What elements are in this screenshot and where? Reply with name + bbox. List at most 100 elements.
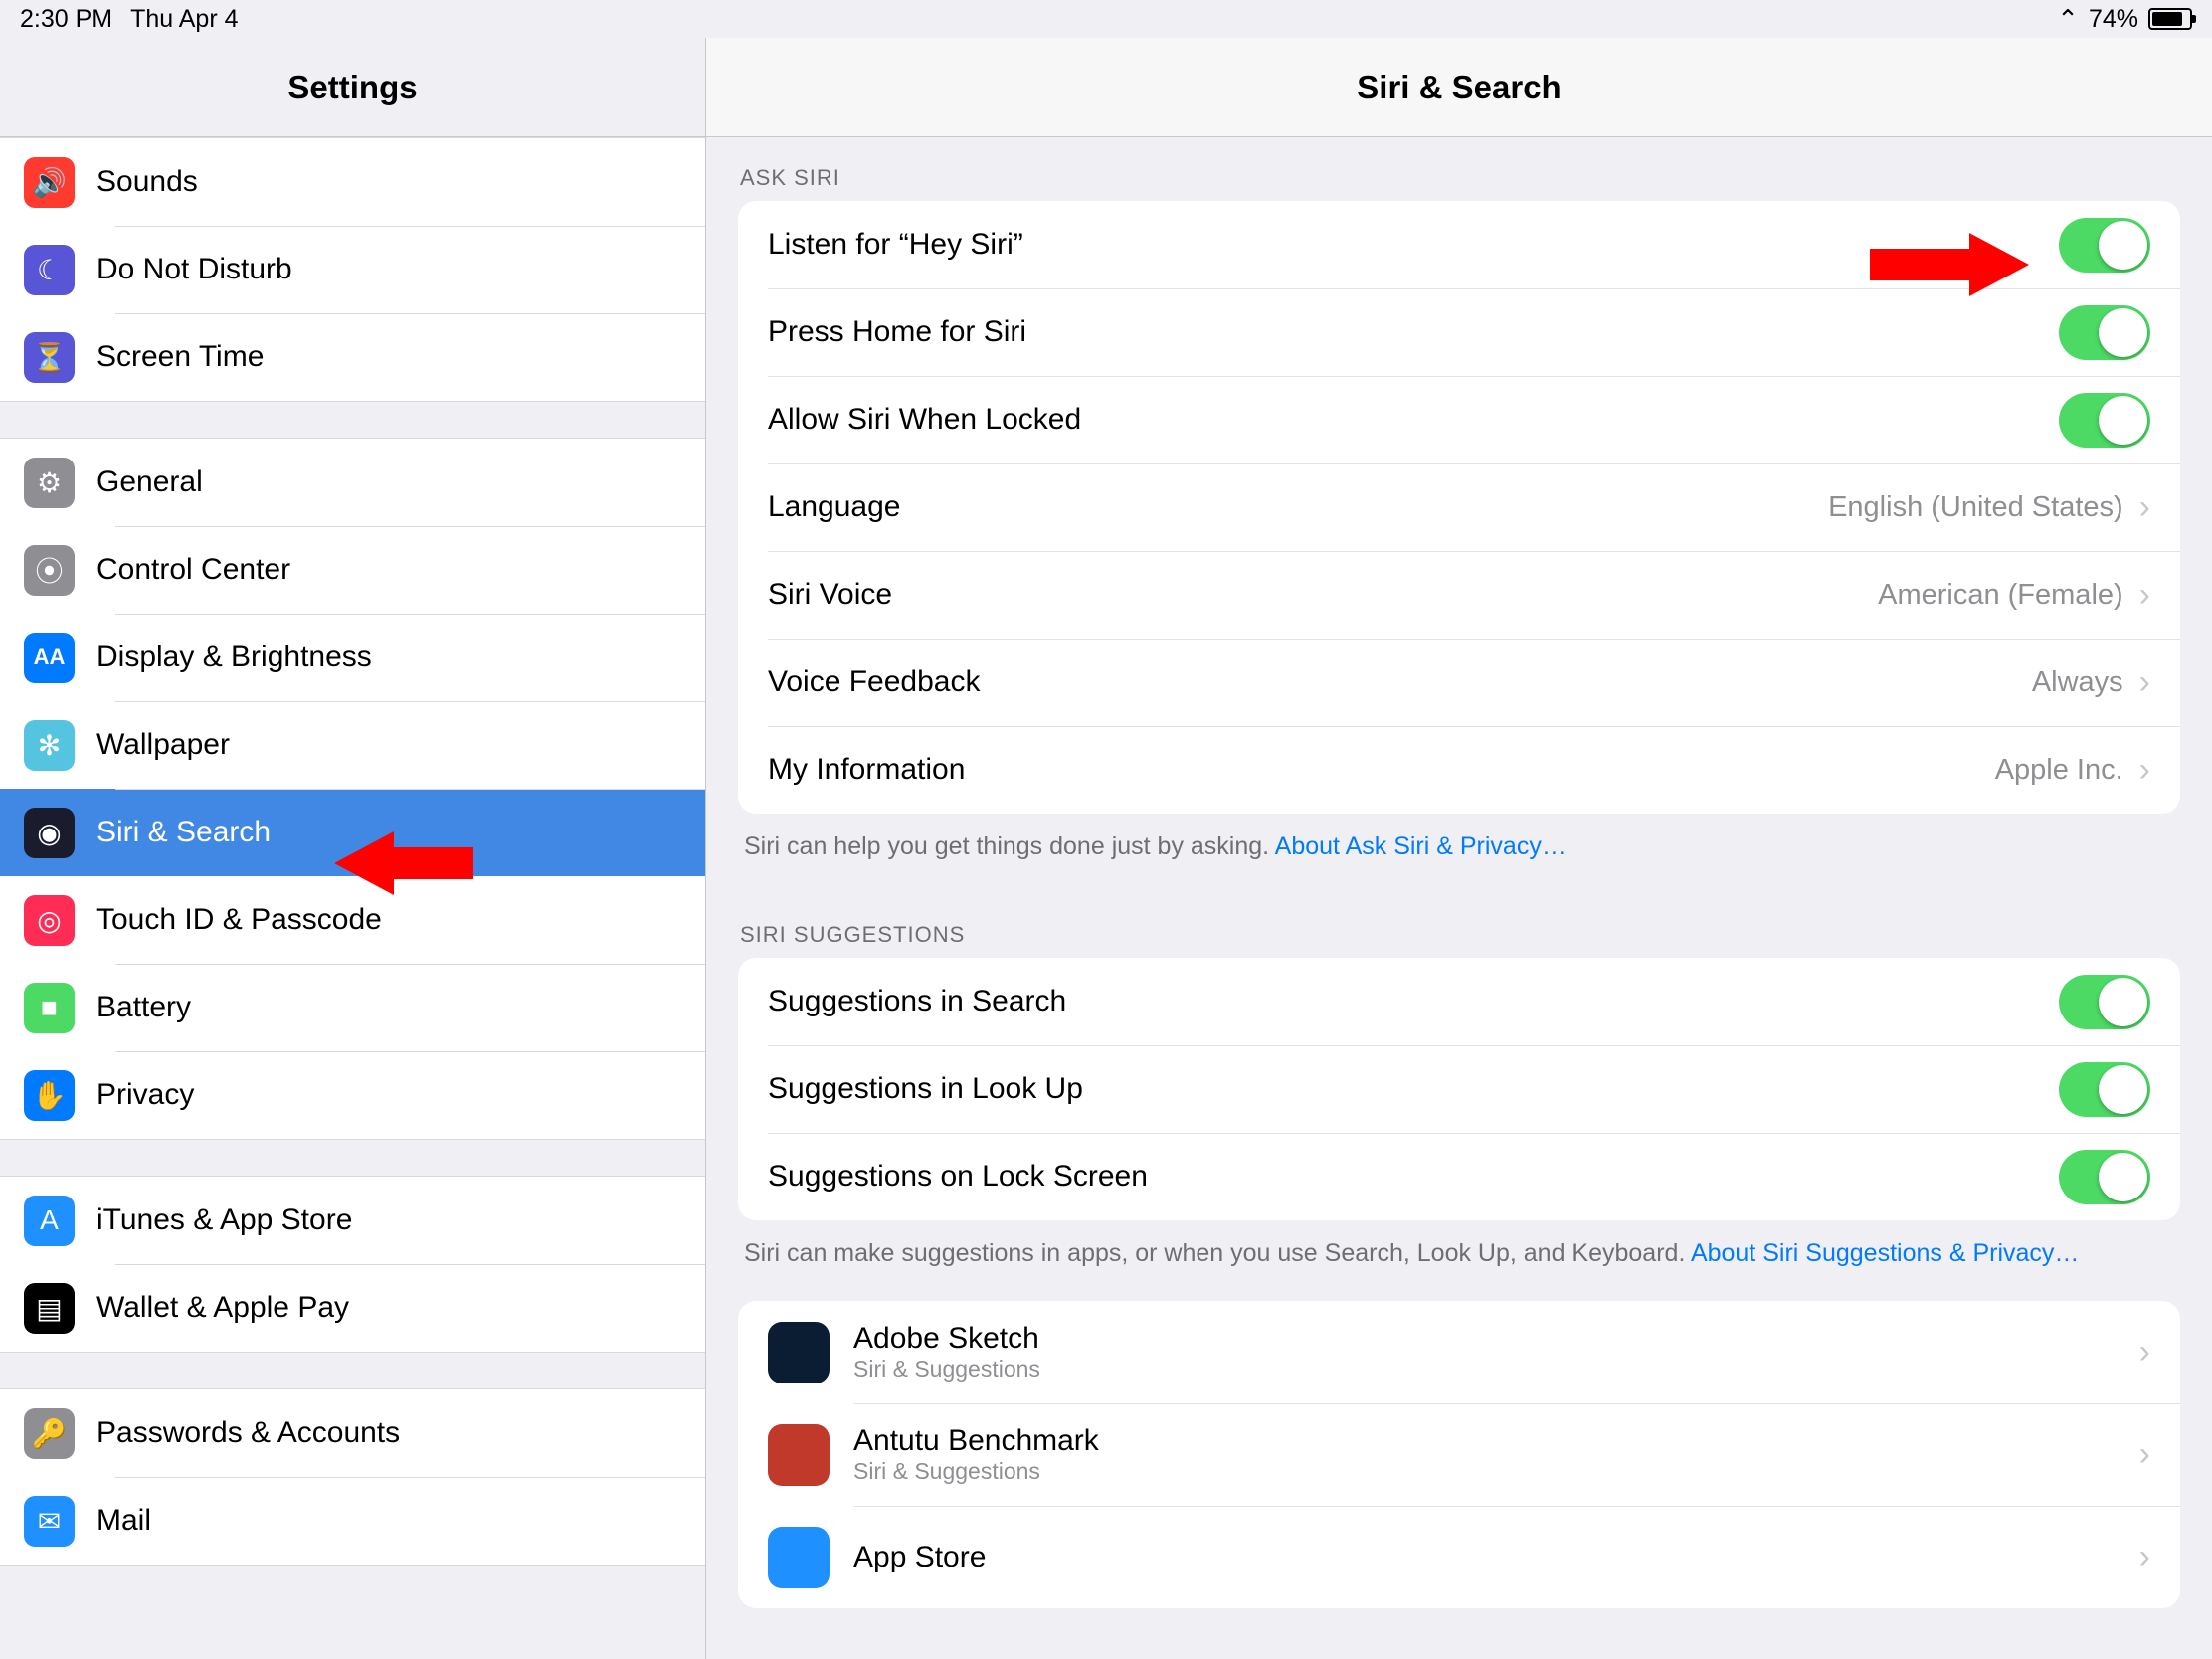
- sidebar-item-wallet-apple-pay[interactable]: ▤Wallet & Apple Pay: [0, 1264, 705, 1352]
- appstore-icon: A: [24, 1196, 75, 1246]
- detail-title: Siri & Search: [706, 38, 2212, 137]
- row-value: Apple Inc.: [1995, 754, 2123, 787]
- row-label: Allow Siri When Locked: [768, 403, 1081, 437]
- sidebar-item-battery[interactable]: ■ Battery: [0, 964, 705, 1051]
- key-icon: 🔑: [24, 1408, 75, 1459]
- status-bar: 2:30 PM Thu Apr 4 ⌃︎ 74%: [0, 0, 2212, 38]
- toggle-switch[interactable]: [2059, 1150, 2150, 1204]
- sidebar-item-label: Mail: [96, 1504, 151, 1538]
- sidebar-item-control-center[interactable]: ⦿ Control Center: [0, 526, 705, 614]
- wallpaper-icon: ✻: [24, 720, 75, 771]
- row-label: Suggestions in Search: [768, 985, 1066, 1018]
- ask-siri-footer: Siri can help you get things done just b…: [706, 814, 2212, 894]
- sidebar-item-label: Sounds: [96, 165, 198, 199]
- sidebar-item-sounds[interactable]: 🔊Sounds: [0, 138, 705, 226]
- row-label: Suggestions on Lock Screen: [768, 1160, 1148, 1194]
- ask-siri-row-press-home-for-siri[interactable]: Press Home for Siri: [738, 288, 2180, 376]
- ask-siri-row-siri-voice[interactable]: Siri Voice American (Female) ›: [738, 551, 2180, 639]
- chevron-right-icon: ›: [2139, 1333, 2150, 1372]
- sidebar-item-label: Display & Brightness: [96, 641, 372, 674]
- app-row-antutu-benchmark[interactable]: Antutu BenchmarkSiri & Suggestions ›: [738, 1403, 2180, 1506]
- row-label: Siri Voice: [768, 578, 892, 612]
- app-icon: [768, 1527, 830, 1588]
- toggle-switch[interactable]: [2059, 1062, 2150, 1117]
- sidebar-item-general[interactable]: ⚙ General: [0, 439, 705, 526]
- sidebar-item-label: Siri & Search: [96, 816, 271, 849]
- chevron-right-icon: ›: [2139, 576, 2150, 615]
- ask-siri-row-language[interactable]: Language English (United States) ›: [738, 463, 2180, 551]
- sidebar-item-touch-id-passcode[interactable]: ◎Touch ID & Passcode: [0, 876, 705, 964]
- sidebar-item-label: Wallet & Apple Pay: [96, 1291, 349, 1325]
- app-title: Antutu Benchmark: [853, 1424, 2116, 1458]
- ask-siri-row-allow-siri-when-locked[interactable]: Allow Siri When Locked: [738, 376, 2180, 463]
- screen-icon: ⏳: [24, 332, 75, 383]
- sidebar-item-itunes-app-store[interactable]: AiTunes & App Store: [0, 1177, 705, 1264]
- siri-suggestions-footer: Siri can make suggestions in apps, or wh…: [706, 1220, 2212, 1301]
- sidebar-item-label: Privacy: [96, 1078, 194, 1112]
- sidebar-item-label: Screen Time: [96, 340, 264, 374]
- siri-suggestions-footer-link[interactable]: About Siri Suggestions & Privacy…: [1691, 1239, 2079, 1267]
- chevron-right-icon: ›: [2139, 663, 2150, 702]
- sidebar-item-wallpaper[interactable]: ✻ Wallpaper: [0, 701, 705, 789]
- status-date: Thu Apr 4: [130, 5, 238, 34]
- chevron-right-icon: ›: [2139, 1435, 2150, 1474]
- siri-suggestions-header: SIRI SUGGESTIONS: [706, 894, 2212, 958]
- status-time: 2:30 PM: [20, 5, 112, 34]
- gear-icon: ⚙: [24, 458, 75, 508]
- app-title: Adobe Sketch: [853, 1322, 2116, 1356]
- siri-suggestions-row-suggestions-in-search[interactable]: Suggestions in Search: [738, 958, 2180, 1045]
- status-battery: 74%: [2089, 5, 2138, 34]
- app-row-adobe-sketch[interactable]: Adobe SketchSiri & Suggestions ›: [738, 1301, 2180, 1403]
- display-icon: AA: [24, 633, 75, 683]
- row-label: Press Home for Siri: [768, 315, 1026, 349]
- ask-siri-row-my-information[interactable]: My Information Apple Inc. ›: [738, 726, 2180, 814]
- mail-icon: ✉: [24, 1496, 75, 1547]
- row-value: American (Female): [1878, 579, 2123, 612]
- sidebar-item-label: iTunes & App Store: [96, 1203, 352, 1237]
- sidebar-item-label: Battery: [96, 991, 191, 1024]
- app-row-app-store[interactable]: App Store ›: [738, 1506, 2180, 1608]
- chevron-right-icon: ›: [2139, 1538, 2150, 1576]
- row-label: Listen for “Hey Siri”: [768, 228, 1023, 262]
- row-label: Suggestions in Look Up: [768, 1072, 1083, 1106]
- ask-siri-footer-link[interactable]: About Ask Siri & Privacy…: [1275, 832, 1567, 860]
- ask-siri-row-voice-feedback[interactable]: Voice FeedbackAlways›: [738, 639, 2180, 726]
- sidebar-item-label: Wallpaper: [96, 728, 230, 762]
- ask-siri-row-listen-for-hey-siri-[interactable]: Listen for “Hey Siri”: [738, 201, 2180, 288]
- sidebar-item-label: Control Center: [96, 553, 290, 587]
- wifi-icon: ⌃︎: [2057, 4, 2079, 35]
- sidebar-item-siri-search[interactable]: ◉ Siri & Search: [0, 789, 705, 876]
- sidebar-item-do-not-disturb[interactable]: ☾ Do Not Disturb: [0, 226, 705, 313]
- app-icon: [768, 1424, 830, 1486]
- app-subtitle: Siri & Suggestions: [853, 1458, 2116, 1485]
- ask-siri-header: ASK SIRI: [706, 137, 2212, 201]
- toggle-switch[interactable]: [2059, 393, 2150, 448]
- touch-icon: ◎: [24, 895, 75, 946]
- toggle-switch[interactable]: [2059, 975, 2150, 1029]
- sidebar-item-screen-time[interactable]: ⏳ Screen Time: [0, 313, 705, 401]
- sidebar-item-label: Do Not Disturb: [96, 253, 292, 286]
- row-label: My Information: [768, 753, 965, 787]
- app-subtitle: Siri & Suggestions: [853, 1356, 2116, 1382]
- sidebar-item-privacy[interactable]: ✋ Privacy: [0, 1051, 705, 1139]
- siri-icon: ◉: [24, 808, 75, 858]
- app-title: App Store: [853, 1541, 2116, 1574]
- control-icon: ⦿: [24, 545, 75, 596]
- sidebar-item-label: Passwords & Accounts: [96, 1416, 400, 1450]
- toggle-switch[interactable]: [2059, 218, 2150, 273]
- sidebar-item-passwords-accounts[interactable]: 🔑 Passwords & Accounts: [0, 1389, 705, 1477]
- dnd-icon: ☾: [24, 245, 75, 295]
- row-value: English (United States): [1828, 491, 2123, 524]
- privacy-icon: ✋: [24, 1070, 75, 1121]
- sidebar-item-mail[interactable]: ✉ Mail: [0, 1477, 705, 1565]
- row-label: Language: [768, 490, 900, 524]
- chevron-right-icon: ›: [2139, 751, 2150, 790]
- batt-icon: ■: [24, 983, 75, 1033]
- sidebar-item-display-brightness[interactable]: AA Display & Brightness: [0, 614, 705, 701]
- siri-suggestions-row-suggestions-in-look-up[interactable]: Suggestions in Look Up: [738, 1045, 2180, 1133]
- toggle-switch[interactable]: [2059, 305, 2150, 360]
- sidebar-item-label: General: [96, 465, 203, 499]
- siri-suggestions-row-suggestions-on-lock-screen[interactable]: Suggestions on Lock Screen: [738, 1133, 2180, 1220]
- row-label: Voice Feedback: [768, 665, 980, 699]
- chevron-right-icon: ›: [2139, 488, 2150, 527]
